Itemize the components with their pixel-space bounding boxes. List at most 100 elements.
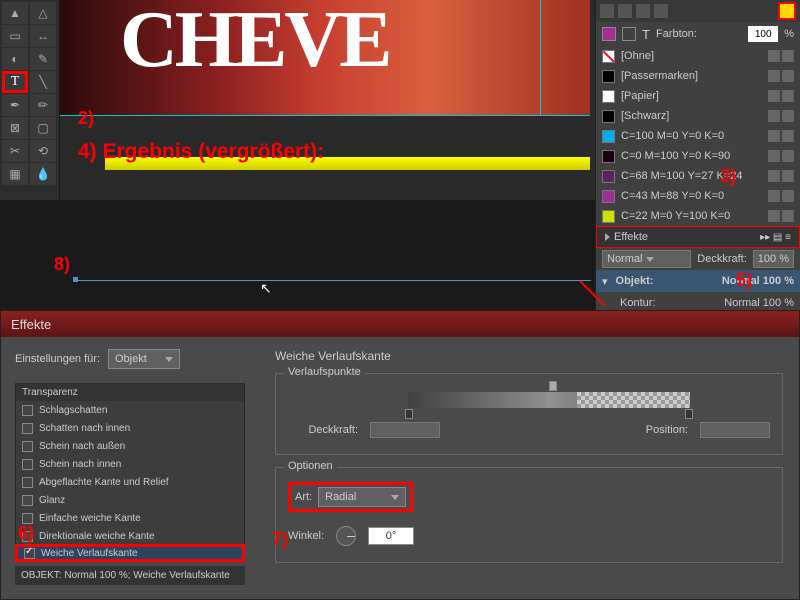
dialog-title-text: Effekte — [11, 317, 51, 332]
effect-list-item[interactable]: Schatten nach innen — [16, 419, 244, 437]
swatch-name: [Passermarken] — [621, 70, 762, 82]
dialog-left-pane: Einstellungen für: Objekt Transparenz Sc… — [1, 337, 259, 599]
effect-name: Schlagschatten — [39, 405, 107, 416]
selection-handle[interactable] — [73, 277, 78, 282]
fill-proxy[interactable] — [602, 27, 616, 41]
effect-list-item[interactable]: Schein nach innen — [16, 455, 244, 473]
effect-checkbox[interactable] — [24, 548, 35, 559]
swatch-color-icon — [602, 170, 615, 183]
settings-for-select[interactable]: Objekt — [108, 349, 180, 369]
effect-name: Glanz — [39, 495, 65, 506]
panel-icon[interactable] — [654, 4, 668, 18]
line-tool[interactable]: ╲ — [30, 71, 56, 93]
canvas-headline: CHEVE — [60, 0, 590, 80]
annotation-2: 2) — [78, 108, 94, 129]
effect-checkbox[interactable] — [22, 423, 33, 434]
effect-list-item[interactable]: Glanz — [16, 491, 244, 509]
panel-icon[interactable] — [618, 4, 632, 18]
target-object-row[interactable]: ▾ Objekt: Normal 100 % — [596, 270, 800, 292]
annotation-8: 8) — [54, 254, 70, 275]
gradient-tool[interactable]: ▦ — [2, 163, 28, 185]
effect-checkbox[interactable] — [22, 405, 33, 416]
panel-icon[interactable] — [636, 4, 650, 18]
gradient-stops-group: Verlaufspunkte Deckkraft: Position: — [275, 373, 783, 455]
swatch-row[interactable]: C=68 M=100 Y=27 K=24 — [596, 166, 800, 186]
page-tool[interactable]: ▭ — [2, 25, 28, 47]
effect-checkbox[interactable] — [22, 495, 33, 506]
chevron-down-icon — [646, 257, 654, 262]
target-label: Objekt: — [616, 275, 654, 287]
effect-list-item[interactable]: Schein nach außen — [16, 437, 244, 455]
tint-input[interactable] — [748, 26, 778, 42]
gradient-ramp[interactable] — [408, 392, 690, 408]
list-header[interactable]: Transparenz — [16, 384, 244, 401]
target-value: Normal 100 % — [722, 275, 794, 287]
gradient-midpoint[interactable] — [549, 381, 557, 391]
stroke-label: Kontur: — [620, 297, 655, 309]
effect-checkbox[interactable] — [22, 477, 33, 488]
effect-list-item[interactable]: Abgeflachte Kante und Relief — [16, 473, 244, 491]
document-canvas[interactable]: CHEVE — [60, 0, 590, 115]
transform-tool[interactable]: ⟲ — [30, 140, 56, 162]
swatch-mode-icon — [782, 150, 794, 162]
opacity-field[interactable] — [370, 422, 440, 438]
swatch-name: C=22 M=0 Y=100 K=0 — [621, 210, 762, 222]
effect-list-item[interactable]: Weiche Verlaufskante — [15, 544, 245, 562]
panel-icon[interactable] — [600, 4, 614, 18]
gradient-stop[interactable] — [405, 409, 413, 419]
swatch-color-icon — [602, 150, 615, 163]
type-select[interactable]: Radial — [318, 487, 406, 507]
effects-panel-header[interactable]: Effekte ▸▸ ▤ ≡ — [596, 226, 800, 248]
swatch-name: C=68 M=100 Y=27 K=24 — [621, 170, 762, 182]
swatch-mode-icon — [782, 190, 794, 202]
swatch-row[interactable]: [Schwarz] — [596, 106, 800, 126]
gap-tool[interactable]: ↔ — [30, 25, 56, 47]
swatch-row[interactable]: C=0 M=100 Y=0 K=90 — [596, 146, 800, 166]
effect-checkbox[interactable] — [22, 513, 33, 524]
effect-checkbox[interactable] — [22, 441, 33, 452]
new-swatch-button[interactable] — [778, 2, 796, 20]
swatch-row[interactable]: [Papier] — [596, 86, 800, 106]
scissors-tool[interactable]: ✂ — [2, 140, 28, 162]
options-group: Optionen Art: Radial Winkel: — [275, 467, 783, 563]
swatch-row[interactable]: [Ohne] — [596, 46, 800, 66]
stroke-proxy[interactable] — [622, 27, 636, 41]
direct-select-tool[interactable]: △ — [30, 2, 56, 24]
type-proxy-icon[interactable]: T — [642, 27, 650, 42]
position-field[interactable] — [700, 422, 770, 438]
annotation-6: 6) — [18, 523, 34, 544]
swatches-list: [Ohne] [Passermarken] [Papier][Schwarz]C=1… — [596, 46, 800, 226]
opacity-input[interactable]: 100 % — [753, 250, 794, 268]
pencil-tool[interactable]: ✏ — [30, 94, 56, 116]
guide-horizontal[interactable] — [60, 115, 590, 116]
effect-list-item[interactable]: Einfache weiche Kante — [16, 509, 244, 527]
type-on-path-tool[interactable]: ✎ — [30, 48, 56, 70]
effect-list-item[interactable]: Direktionale weiche Kante — [16, 527, 244, 545]
content-tool[interactable]: ◐ — [2, 48, 28, 70]
dialog-titlebar[interactable]: Effekte — [1, 311, 799, 337]
type-tool[interactable]: T — [2, 71, 28, 93]
effect-checkbox[interactable] — [22, 459, 33, 470]
swatch-mode-icon — [782, 90, 794, 102]
guide-vertical[interactable] — [540, 0, 541, 115]
type-value: Radial — [325, 491, 356, 503]
gradient-stop[interactable] — [685, 409, 693, 419]
swatch-row[interactable]: [Passermarken] — [596, 66, 800, 86]
blend-mode-select[interactable]: Normal — [602, 250, 691, 268]
rect-frame-tool[interactable]: ⊠ — [2, 117, 28, 139]
swatch-row[interactable]: C=22 M=0 Y=100 K=0 — [596, 206, 800, 226]
rect-tool[interactable]: ▢ — [30, 117, 56, 139]
selection-tool[interactable]: ▲ — [2, 2, 28, 24]
swatch-row[interactable]: C=100 M=0 Y=0 K=0 — [596, 126, 800, 146]
eyedropper-tool[interactable]: 💧 — [30, 163, 56, 185]
pen-tool[interactable]: ✒ — [2, 94, 28, 116]
swatch-mode-icon — [782, 50, 794, 62]
angle-dial[interactable] — [336, 526, 356, 546]
effects-panel-title: Effekte — [614, 231, 648, 243]
angle-input[interactable] — [368, 527, 414, 545]
effect-name: Weiche Verlaufskante — [41, 548, 138, 559]
selected-object-bounds[interactable] — [73, 280, 591, 281]
swatch-row[interactable]: C=43 M=88 Y=0 K=0 — [596, 186, 800, 206]
group-label: Verlaufspunkte — [284, 366, 365, 378]
effect-list-item[interactable]: Schlagschatten — [16, 401, 244, 419]
